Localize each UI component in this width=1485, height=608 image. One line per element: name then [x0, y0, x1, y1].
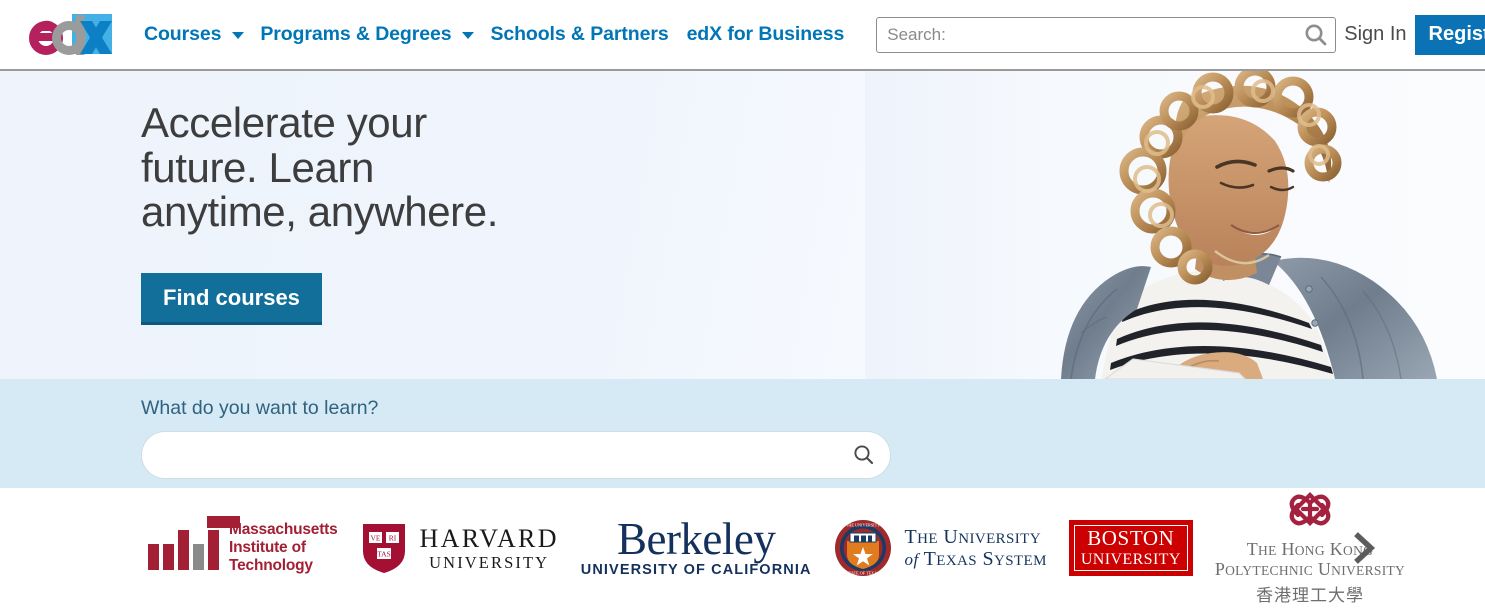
course-search-button[interactable] — [851, 442, 877, 468]
harvard-wordmark-line1: HARVARD — [419, 523, 559, 553]
utexas-seal-icon: THE UNIVERSITY STATE OF TEXAS — [834, 520, 891, 576]
bu-wordmark-line1: BOSTON — [1087, 526, 1175, 550]
nav-item-programs-degrees[interactable]: Programs & Degrees — [258, 23, 453, 46]
hero-title: Accelerate your future. Learn anytime, a… — [141, 99, 498, 236]
harvard-shield-icon: VE RI TAS — [362, 524, 405, 573]
hero-photo-image — [865, 71, 1485, 379]
search-input[interactable] — [876, 16, 1337, 53]
berkeley-subtitle: UNIVERSITY OF CALIFORNIA — [580, 561, 812, 578]
header-search — [876, 16, 1337, 53]
course-search-input[interactable] — [141, 431, 891, 479]
partner-logo-mit[interactable]: Massachusetts Institute of Technology — [148, 516, 338, 575]
polyu-wordmark-chinese: 香港理工大學 — [1255, 585, 1364, 606]
search-submit-button[interactable] — [1300, 20, 1332, 50]
hero-banner: Accelerate your future. Learn anytime, a… — [0, 71, 1485, 379]
hero-photo — [865, 71, 1485, 379]
mit-wordmark: Massachusetts Institute of Technology — [229, 520, 338, 575]
svg-text:TAS: TAS — [377, 550, 391, 559]
carousel-next-button[interactable] — [1348, 529, 1380, 567]
nav-item-courses[interactable]: Courses — [142, 23, 223, 46]
berkeley-wordmark: Berkeley — [616, 514, 776, 565]
partner-logos-carousel: Massachusetts Institute of Technology VE… — [0, 488, 1485, 608]
edx-logo[interactable] — [28, 10, 128, 60]
hero-content: Accelerate your future. Learn anytime, a… — [141, 99, 498, 325]
partner-logo-utexas[interactable]: THE UNIVERSITY STATE OF TEXAS THE UNIVER… — [834, 519, 1047, 577]
search-icon — [1305, 24, 1327, 45]
auth-actions: Sign In Register — [1336, 14, 1485, 55]
chevron-right-icon — [1354, 532, 1376, 564]
chevron-down-icon-programs[interactable] — [462, 32, 475, 39]
learn-search-field — [141, 431, 891, 479]
chevron-down-icon-courses[interactable] — [232, 32, 245, 39]
sign-in-link[interactable]: Sign In — [1336, 19, 1414, 50]
partner-logo-berkeley[interactable]: Berkeley UNIVERSITY OF CALIFORNIA — [580, 514, 812, 578]
svg-text:STATE OF TEXAS: STATE OF TEXAS — [846, 571, 880, 576]
utexas-wordmark-line1: THE UNIVERSITY — [904, 525, 1041, 548]
learn-prompt-label: What do you want to learn? — [141, 397, 379, 419]
polyu-knot-icon — [1289, 492, 1331, 527]
site-header: Courses Programs & Degrees Schools & Par… — [0, 0, 1485, 71]
svg-text:VE: VE — [370, 534, 380, 543]
find-courses-button[interactable]: Find courses — [141, 272, 322, 325]
svg-text:RI: RI — [388, 534, 396, 543]
search-icon — [854, 445, 874, 465]
edx-logo-icon — [29, 13, 112, 55]
mit-mark-icon — [148, 516, 240, 570]
nav-item-schools-partners[interactable]: Schools & Partners — [488, 23, 670, 46]
partner-logo-harvard[interactable]: VE RI TAS HARVARD UNIVERSITY — [360, 521, 559, 575]
nav-item-edx-for-business[interactable]: edX for Business — [685, 23, 847, 46]
bu-wordmark-line2: UNIVERSITY — [1080, 551, 1181, 568]
harvard-wordmark-line2: UNIVERSITY — [429, 552, 550, 572]
main-nav: Courses Programs & Degrees Schools & Par… — [142, 23, 846, 46]
register-button[interactable]: Register — [1414, 14, 1485, 55]
utexas-wordmark-line2: of TEXAS SYSTEM — [904, 548, 1047, 570]
svg-text:THE UNIVERSITY: THE UNIVERSITY — [845, 523, 879, 528]
learn-search-section: What do you want to learn? — [0, 379, 1485, 488]
partner-logo-boston-university[interactable]: BOSTON UNIVERSITY — [1068, 520, 1193, 576]
